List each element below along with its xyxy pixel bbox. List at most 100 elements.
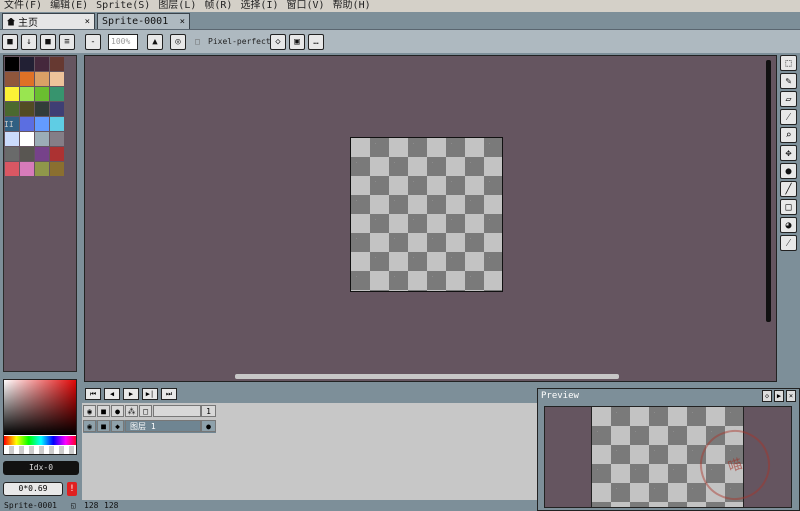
- palette-swatch[interactable]: [5, 87, 19, 101]
- unlock-icon[interactable]: ■: [97, 420, 110, 432]
- eyedropper-tool-icon[interactable]: ⁄: [780, 109, 797, 125]
- status-width: 128: [84, 501, 99, 510]
- menu-layer[interactable]: 图层(L): [154, 0, 200, 12]
- palette-swatch[interactable]: [35, 117, 49, 131]
- link-header-icon[interactable]: ⁂: [125, 405, 138, 417]
- frame-header[interactable]: 1: [201, 405, 216, 417]
- palette-swatch[interactable]: [5, 102, 19, 116]
- palette-swatch[interactable]: [20, 72, 34, 86]
- contour-tool-icon[interactable]: ◕: [780, 217, 797, 233]
- palette-swatch[interactable]: [20, 117, 34, 131]
- palette-swatch[interactable]: [5, 72, 19, 86]
- ink-icon[interactable]: ▲: [147, 34, 163, 50]
- palette-swatch[interactable]: [50, 102, 64, 116]
- menu-frame[interactable]: 帧(R): [200, 0, 236, 12]
- palette-swatch[interactable]: [35, 72, 49, 86]
- palette-swatch[interactable]: [5, 162, 19, 176]
- color-picker[interactable]: [3, 379, 77, 455]
- arrow-down-icon[interactable]: ↓: [21, 34, 37, 50]
- menu-edit[interactable]: 编辑(E): [46, 0, 92, 12]
- last-frame-button[interactable]: ⏭: [161, 388, 177, 400]
- palette-panel: [3, 55, 77, 372]
- menu-window[interactable]: 窗口(V): [283, 0, 329, 12]
- palette-swatch[interactable]: [5, 132, 19, 146]
- horizontal-scrollbar[interactable]: [235, 374, 619, 379]
- palette-swatch[interactable]: [35, 102, 49, 116]
- timeline-panel: [82, 385, 537, 511]
- play-button[interactable]: ▶: [123, 388, 139, 400]
- menu-sprite[interactable]: Sprite(S): [92, 0, 154, 12]
- warning-icon[interactable]: !: [67, 482, 77, 496]
- pencil-tool-icon[interactable]: ✎: [780, 73, 797, 89]
- lock-header-icon[interactable]: ■: [97, 405, 110, 417]
- palette-swatch[interactable]: [50, 117, 64, 131]
- palette-swatch[interactable]: [50, 162, 64, 176]
- grid-icon[interactable]: ▣: [289, 34, 305, 50]
- menu-file[interactable]: 文件(F): [0, 0, 46, 12]
- palette-resize-handle[interactable]: II: [4, 120, 14, 129]
- hue-slider[interactable]: [4, 436, 76, 445]
- visibility-header-icon[interactable]: ◉: [83, 405, 96, 417]
- palette-swatch[interactable]: [20, 162, 34, 176]
- palette-swatch[interactable]: [35, 87, 49, 101]
- tab-sprite[interactable]: Sprite-0001 ×: [97, 13, 190, 29]
- lock-icon[interactable]: ■: [2, 34, 18, 50]
- palette-swatch[interactable]: [35, 162, 49, 176]
- menu-select[interactable]: 选择(I): [236, 0, 282, 12]
- alpha-slider[interactable]: [4, 446, 76, 454]
- continuous-header-icon[interactable]: ●: [111, 405, 124, 417]
- close-icon[interactable]: ×: [180, 17, 185, 27]
- palette-swatch[interactable]: [35, 132, 49, 146]
- palette-swatch[interactable]: [20, 102, 34, 116]
- minus-button[interactable]: -: [85, 34, 101, 50]
- palette-swatch[interactable]: [50, 147, 64, 161]
- palette-swatch[interactable]: [50, 132, 64, 146]
- palette-swatch[interactable]: [5, 147, 19, 161]
- preview-close-icon[interactable]: ×: [786, 390, 796, 402]
- palette-swatch[interactable]: [35, 57, 49, 71]
- status-height: 128: [104, 501, 119, 510]
- next-frame-button[interactable]: ▶|: [142, 388, 158, 400]
- symmetry-icon[interactable]: ◇: [270, 34, 286, 50]
- zoom-tool-icon[interactable]: ⌕: [780, 127, 797, 143]
- brush-size-input[interactable]: 100%: [108, 34, 138, 50]
- layer-name[interactable]: 图层 1: [125, 420, 201, 432]
- previous-frame-button[interactable]: ◀: [104, 388, 120, 400]
- fill-tool-icon[interactable]: ●: [780, 163, 797, 179]
- tab-home[interactable]: 主页 ×: [2, 13, 95, 29]
- move-tool-icon[interactable]: ✥: [780, 145, 797, 161]
- line-tool-icon[interactable]: ╱: [780, 181, 797, 197]
- more-button[interactable]: …: [308, 34, 324, 50]
- rectangle-tool-icon[interactable]: □: [780, 199, 797, 215]
- preview-center-icon[interactable]: ◇: [762, 390, 772, 402]
- blur-tool-icon[interactable]: ⁄: [780, 235, 797, 251]
- palette-swatch[interactable]: [20, 87, 34, 101]
- palette-swatch[interactable]: [20, 132, 34, 146]
- palette-swatch[interactable]: [50, 57, 64, 71]
- palette-swatch[interactable]: [50, 72, 64, 86]
- vertical-scrollbar[interactable]: [766, 60, 771, 322]
- palette-swatch[interactable]: [20, 57, 34, 71]
- close-icon[interactable]: ×: [85, 17, 90, 27]
- alpha-value[interactable]: 0*0.69: [3, 482, 63, 496]
- sprite-canvas[interactable]: [350, 137, 503, 292]
- eye-icon[interactable]: ◉: [83, 420, 96, 432]
- color-index[interactable]: Idx-0: [3, 461, 79, 475]
- cel-icon[interactable]: ●: [201, 420, 216, 432]
- square-icon[interactable]: ■: [40, 34, 56, 50]
- first-frame-button[interactable]: ⏮: [85, 388, 101, 400]
- layer-header-icon[interactable]: □: [139, 405, 152, 417]
- preview-play-icon[interactable]: ▶: [774, 390, 784, 402]
- marquee-tool-icon[interactable]: ⬚: [780, 55, 797, 71]
- palette-swatch[interactable]: [5, 57, 19, 71]
- continuous-icon[interactable]: ◆: [111, 420, 124, 432]
- menu-help[interactable]: 帮助(H): [329, 0, 375, 12]
- menu-icon[interactable]: ≡: [59, 34, 75, 50]
- pixel-perfect-checkbox[interactable]: □: [195, 37, 200, 46]
- palette-swatch[interactable]: [50, 87, 64, 101]
- eraser-tool-icon[interactable]: ▱: [780, 91, 797, 107]
- palette-swatch[interactable]: [20, 147, 34, 161]
- settings-icon[interactable]: ◎: [170, 34, 186, 50]
- color-gradient[interactable]: [4, 380, 76, 435]
- palette-swatch[interactable]: [35, 147, 49, 161]
